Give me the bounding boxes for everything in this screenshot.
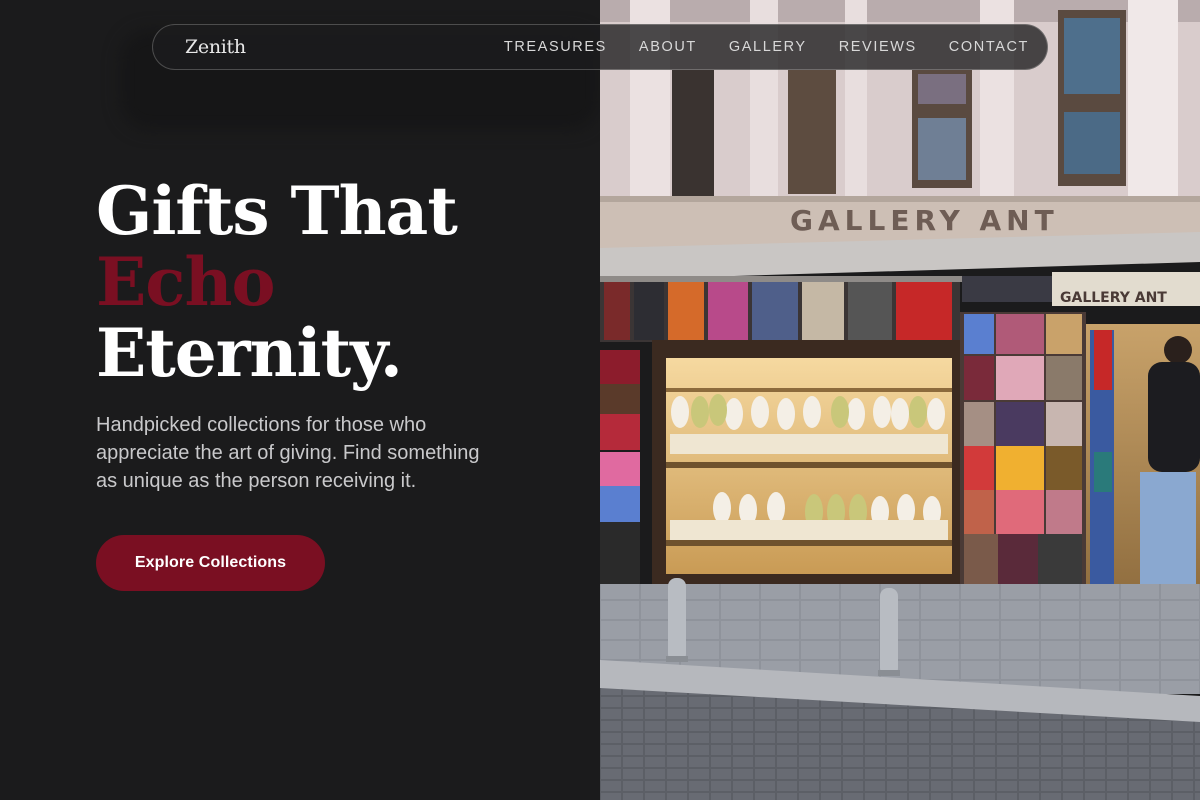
explore-collections-button[interactable]: Explore Collections [96, 535, 325, 591]
nav-link-gallery[interactable]: GALLERY [729, 39, 807, 55]
hero-panel: Gifts That Echo Eternity. Handpicked col… [0, 0, 600, 800]
hero-title-line-3: Eternity. [96, 314, 403, 392]
small-sign-text: GALLERY ANT [1060, 290, 1167, 306]
nav-link-about[interactable]: ABOUT [639, 39, 697, 55]
hero-title-accent: Echo [96, 243, 276, 321]
nav-links: TREASURES ABOUT GALLERY REVIEWS CONTACT [504, 39, 1029, 55]
hero-title: Gifts That Echo Eternity. [96, 176, 566, 389]
storefront-illustration: GALLERY ANT GALLERY ANT [600, 0, 1200, 800]
hero-content: Gifts That Echo Eternity. Handpicked col… [96, 176, 566, 591]
nav-link-reviews[interactable]: REVIEWS [839, 39, 917, 55]
hero-title-line-1: Gifts That [96, 172, 458, 250]
top-navigation: Zenith TREASURES ABOUT GALLERY REVIEWS C… [152, 24, 1048, 70]
storefront-photo: GALLERY ANT GALLERY ANT [600, 0, 1200, 800]
shop-sign-text: GALLERY ANT [790, 204, 1059, 237]
nav-link-contact[interactable]: CONTACT [949, 39, 1029, 55]
nav-link-treasures[interactable]: TREASURES [504, 39, 607, 55]
brand-logo[interactable]: Zenith [185, 36, 246, 58]
hero-subtitle: Handpicked collections for those who app… [96, 414, 480, 492]
